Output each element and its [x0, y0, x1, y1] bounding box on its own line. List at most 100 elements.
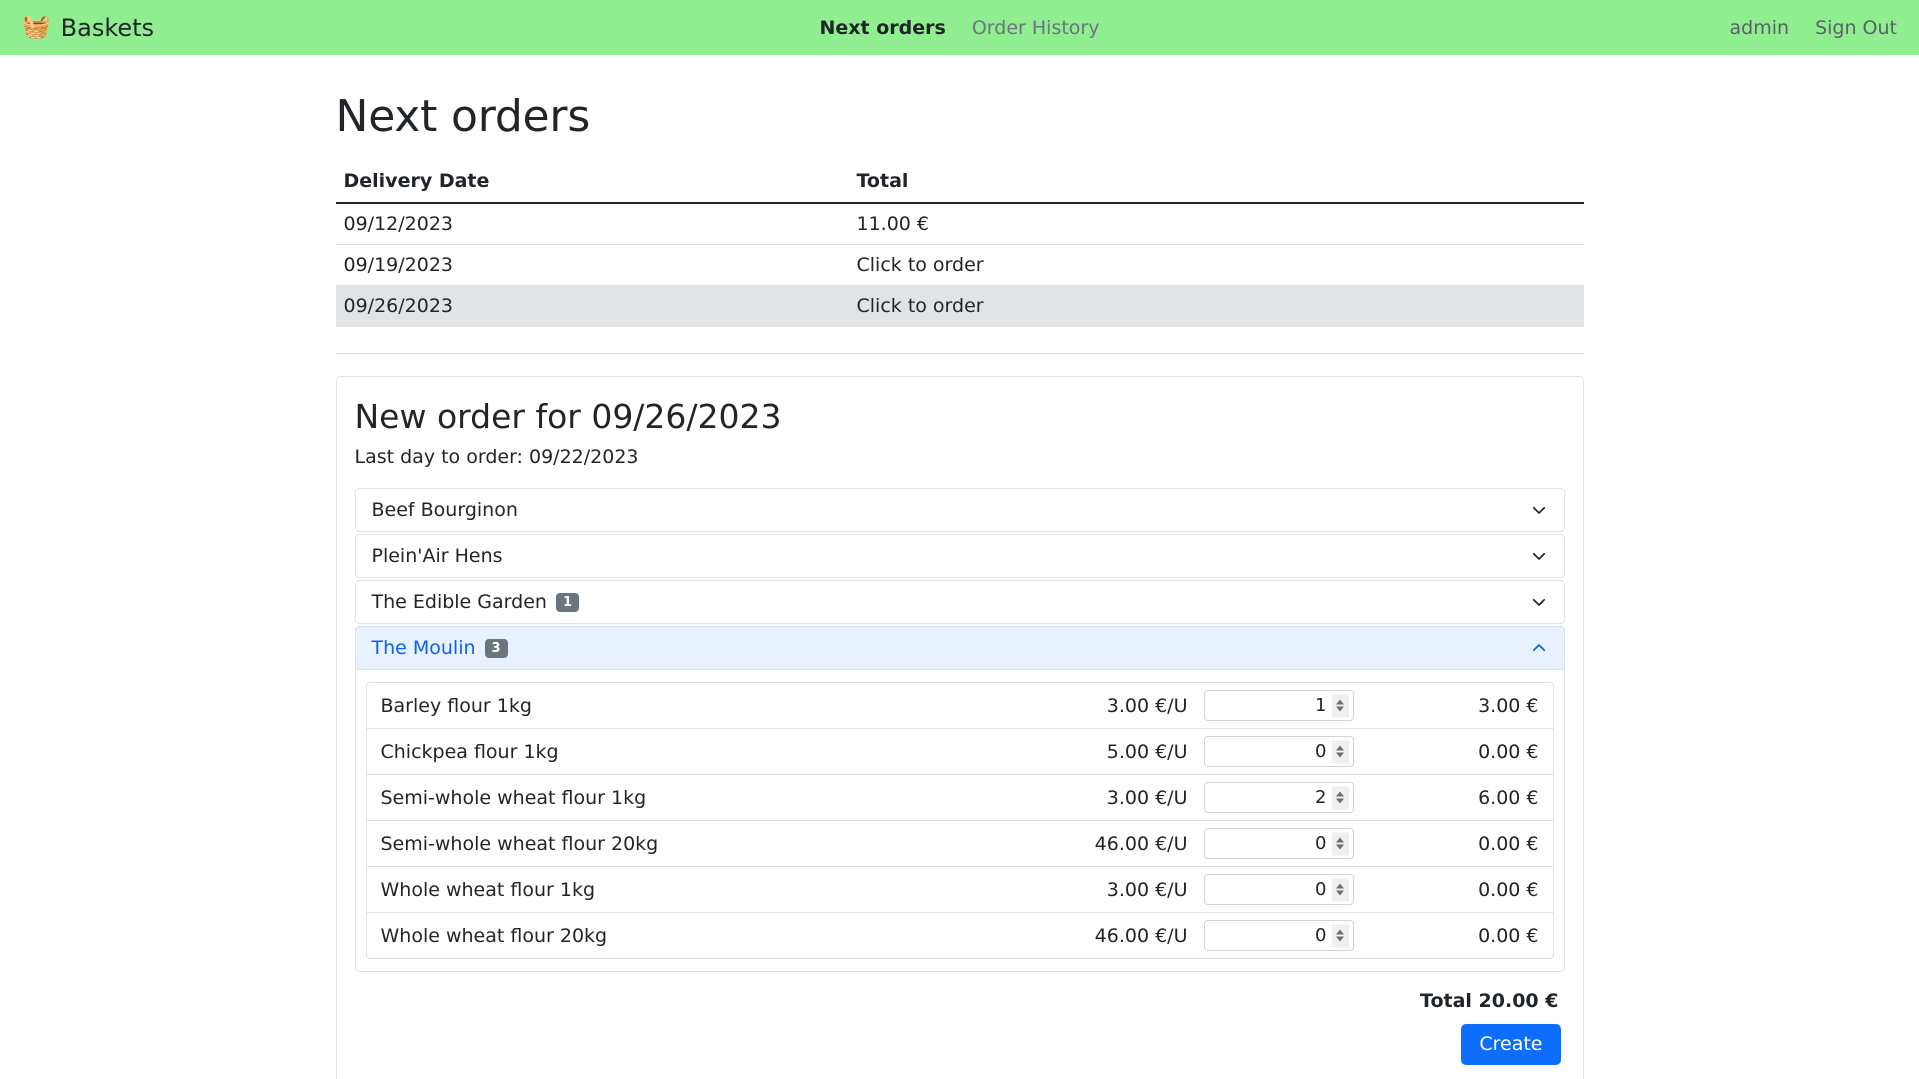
product-name: Whole wheat flour 20kg	[381, 925, 1074, 947]
column-header-delivery-date: Delivery Date	[336, 160, 849, 203]
product-line-total: 0.00 €	[1354, 879, 1539, 901]
quantity-field	[1204, 920, 1354, 951]
accordion-item-beef-bourginon: Beef Bourginon	[355, 488, 1565, 532]
product-row: Whole wheat flour 20kg 46.00 €/U 0.00	[367, 913, 1553, 958]
product-row: Chickpea flour 1kg 5.00 €/U 0.00 €	[367, 729, 1553, 775]
page-root: 🧺 Baskets Next orders Order History admi…	[0, 0, 1919, 1079]
table-row-empty	[336, 327, 1584, 354]
nav-link-order-history[interactable]: Order History	[972, 17, 1100, 39]
quantity-input[interactable]	[1204, 782, 1354, 813]
brand-link[interactable]: 🧺 Baskets	[22, 14, 154, 42]
accordion-header-the-moulin[interactable]: The Moulin 3	[355, 626, 1565, 670]
user-nav: admin Sign Out	[1730, 17, 1897, 39]
new-order-card: New order for 09/26/2023 Last day to ord…	[336, 376, 1584, 1079]
quantity-cell	[1204, 874, 1354, 905]
producer-name: The Moulin	[372, 637, 476, 659]
nav-link-admin[interactable]: admin	[1730, 17, 1790, 39]
product-unit-price: 5.00 €/U	[1074, 741, 1204, 763]
quantity-field	[1204, 874, 1354, 905]
order-total: Total 20.00 €	[355, 990, 1565, 1012]
quantity-input[interactable]	[1204, 736, 1354, 767]
cell-total: Click to order	[849, 245, 1584, 286]
accordion-label: Beef Bourginon	[372, 499, 518, 521]
quantity-input[interactable]	[1204, 920, 1354, 951]
accordion-header-the-edible-garden[interactable]: The Edible Garden 1	[355, 580, 1565, 624]
accordion-header-beef-bourginon[interactable]: Beef Bourginon	[355, 488, 1565, 532]
chevron-down-icon	[1530, 593, 1548, 611]
new-order-title: New order for 09/26/2023	[355, 397, 1565, 436]
producer-name: Beef Bourginon	[372, 499, 518, 521]
accordion-item-pleinair-hens: Plein'Air Hens	[355, 534, 1565, 578]
product-list: Barley flour 1kg 3.00 €/U 3.00 €	[366, 682, 1554, 959]
accordion-header-pleinair-hens[interactable]: Plein'Air Hens	[355, 534, 1565, 578]
cell-empty	[336, 327, 849, 354]
producers-accordion: Beef Bourginon Plein'Air Hens	[355, 488, 1565, 972]
quantity-input[interactable]	[1204, 874, 1354, 905]
card-actions: Create	[355, 1024, 1565, 1065]
accordion-label: Plein'Air Hens	[372, 545, 503, 567]
quantity-cell	[1204, 782, 1354, 813]
product-unit-price: 3.00 €/U	[1074, 695, 1204, 717]
product-row: Whole wheat flour 1kg 3.00 €/U 0.00 €	[367, 867, 1553, 913]
quantity-input[interactable]	[1204, 828, 1354, 859]
last-day-to-order: Last day to order: 09/22/2023	[355, 446, 1565, 468]
content-container: Next orders Delivery Date Total 09/12/20…	[320, 91, 1600, 1079]
table-row[interactable]: 09/12/2023 11.00 €	[336, 203, 1584, 245]
column-header-total: Total	[849, 160, 1584, 203]
producer-name: The Edible Garden	[372, 591, 547, 613]
nav-link-next-orders[interactable]: Next orders	[820, 17, 946, 39]
quantity-input[interactable]	[1204, 690, 1354, 721]
product-name: Whole wheat flour 1kg	[381, 879, 1074, 901]
cell-delivery-date: 09/19/2023	[336, 245, 849, 286]
product-unit-price: 3.00 €/U	[1074, 879, 1204, 901]
chevron-down-icon	[1530, 501, 1548, 519]
cell-total: 11.00 €	[849, 203, 1584, 245]
accordion-item-the-moulin: The Moulin 3 Barley flour 1kg 3.00 €/U	[355, 626, 1565, 972]
quantity-cell	[1204, 920, 1354, 951]
chevron-down-icon	[1530, 547, 1548, 565]
product-name: Chickpea flour 1kg	[381, 741, 1074, 763]
quantity-field	[1204, 690, 1354, 721]
cell-total: Click to order	[849, 286, 1584, 327]
table-head: Delivery Date Total	[336, 160, 1584, 203]
table-row-selected[interactable]: 09/26/2023 Click to order	[336, 286, 1584, 327]
quantity-field	[1204, 828, 1354, 859]
product-line-total: 0.00 €	[1354, 833, 1539, 855]
product-unit-price: 46.00 €/U	[1074, 833, 1204, 855]
quantity-cell	[1204, 828, 1354, 859]
product-unit-price: 46.00 €/U	[1074, 925, 1204, 947]
next-orders-table: Delivery Date Total 09/12/2023 11.00 € 0…	[336, 160, 1584, 354]
quantity-cell	[1204, 736, 1354, 767]
nav-link-sign-out[interactable]: Sign Out	[1815, 17, 1897, 39]
accordion-label: The Edible Garden 1	[372, 591, 579, 613]
page-title: Next orders	[336, 91, 1584, 142]
accordion-label: The Moulin 3	[372, 637, 508, 659]
product-line-total: 0.00 €	[1354, 741, 1539, 763]
product-line-total: 0.00 €	[1354, 925, 1539, 947]
navbar: 🧺 Baskets Next orders Order History admi…	[0, 0, 1919, 55]
create-button[interactable]: Create	[1461, 1024, 1560, 1065]
cell-delivery-date: 09/26/2023	[336, 286, 849, 327]
product-unit-price: 3.00 €/U	[1074, 787, 1204, 809]
product-row: Semi-whole wheat flour 20kg 46.00 €/U	[367, 821, 1553, 867]
quantity-field	[1204, 736, 1354, 767]
basket-icon: 🧺	[22, 16, 51, 39]
cell-empty	[849, 327, 1584, 354]
quantity-field	[1204, 782, 1354, 813]
table-header-row: Delivery Date Total	[336, 160, 1584, 203]
chevron-up-icon	[1530, 639, 1548, 657]
product-row: Barley flour 1kg 3.00 €/U 3.00 €	[367, 683, 1553, 729]
brand-label: Baskets	[61, 14, 154, 42]
product-line-total: 3.00 €	[1354, 695, 1539, 717]
accordion-item-the-edible-garden: The Edible Garden 1	[355, 580, 1565, 624]
primary-nav: Next orders Order History	[820, 17, 1100, 39]
product-name: Semi-whole wheat flour 1kg	[381, 787, 1074, 809]
item-count-badge: 1	[556, 593, 579, 612]
producer-name: Plein'Air Hens	[372, 545, 503, 567]
accordion-body-the-moulin: Barley flour 1kg 3.00 €/U 3.00 €	[355, 670, 1565, 972]
item-count-badge: 3	[485, 639, 508, 658]
quantity-cell	[1204, 690, 1354, 721]
table-row[interactable]: 09/19/2023 Click to order	[336, 245, 1584, 286]
product-row: Semi-whole wheat flour 1kg 3.00 €/U 6.	[367, 775, 1553, 821]
product-name: Barley flour 1kg	[381, 695, 1074, 717]
